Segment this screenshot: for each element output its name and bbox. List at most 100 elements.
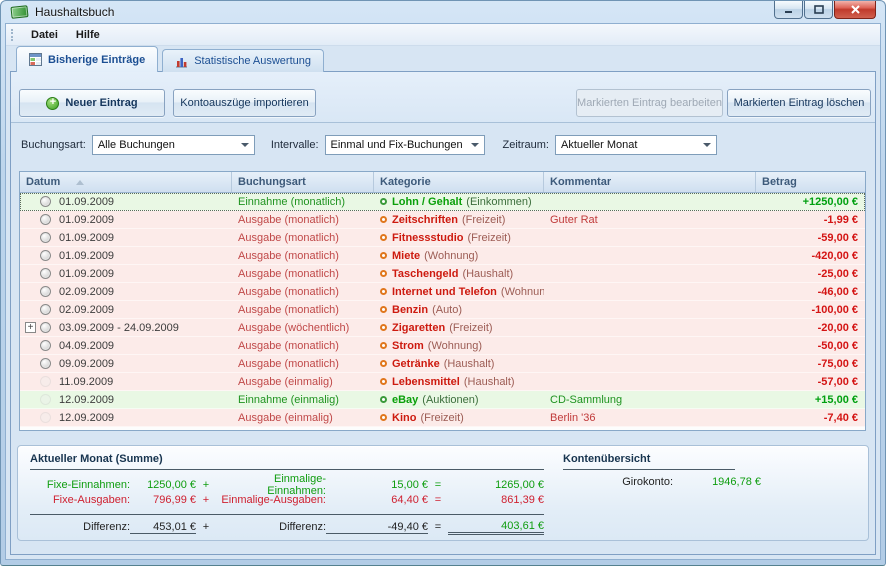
category-dot-icon bbox=[380, 252, 387, 259]
entry-type: Ausgabe (monatlich) bbox=[232, 232, 374, 244]
income-total-value: 1265,00 € bbox=[448, 479, 544, 491]
sort-ascending-icon bbox=[76, 180, 84, 185]
entry-type: Ausgabe (monatlich) bbox=[232, 214, 374, 226]
chevron-down-icon bbox=[703, 143, 711, 147]
table-row[interactable]: 01.09.2009 Ausgabe (monatlich) Zeitschri… bbox=[20, 211, 865, 229]
entry-category-cell: Kino (Freizeit) bbox=[374, 412, 544, 424]
zeitraum-select[interactable]: Aktueller Monat bbox=[555, 135, 717, 155]
recurring-icon bbox=[40, 304, 51, 315]
difference-fixed-value: 453,01 € bbox=[130, 521, 196, 534]
window-controls bbox=[774, 1, 876, 19]
entry-type: Einnahme (einmalig) bbox=[232, 394, 374, 406]
difference-total-value: 403,61 € bbox=[448, 520, 544, 535]
entry-date: 02.09.2009 bbox=[59, 286, 114, 298]
tab-page-bisherige-eintraege: Neuer Eintrag Kontoauszüge importieren M… bbox=[10, 71, 876, 555]
recurring-icon bbox=[40, 412, 51, 423]
table-row[interactable]: 09.09.2009 Ausgabe (monatlich) Getränke … bbox=[20, 355, 865, 373]
table-row[interactable]: 04.09.2009 Ausgabe (monatlich) Strom (Wo… bbox=[20, 337, 865, 355]
table-row[interactable]: 02.09.2009 Ausgabe (monatlich) Internet … bbox=[20, 283, 865, 301]
delete-entry-button[interactable]: Markierten Eintrag löschen bbox=[727, 89, 871, 117]
menu-item-hilfe[interactable]: Hilfe bbox=[67, 27, 109, 43]
entry-amount: -50,00 € bbox=[756, 340, 865, 352]
table-row[interactable]: 12.09.2009 Einnahme (einmalig) eBay (Auk… bbox=[20, 391, 865, 409]
account-label: Girokonto: bbox=[563, 476, 673, 488]
tab-strip: Bisherige Einträge Statistische Auswertu… bbox=[6, 46, 880, 72]
column-label: Kategorie bbox=[380, 176, 431, 188]
entry-date-cell: 09.09.2009 bbox=[20, 358, 232, 370]
tab-bisherige-eintraege[interactable]: Bisherige Einträge bbox=[16, 46, 158, 72]
summary-difference-row: Differenz: 453,01 € + Differenz: -49,40 … bbox=[30, 514, 544, 537]
entry-date-cell: 02.09.2009 bbox=[20, 286, 232, 298]
buchungsart-select[interactable]: Alle Buchungen bbox=[92, 135, 255, 155]
entry-category-group: (Auto) bbox=[432, 304, 462, 316]
entry-category-cell: Lebensmittel (Haushalt) bbox=[374, 376, 544, 388]
intervalle-select[interactable]: Einmal und Fix-Buchungen bbox=[325, 135, 485, 155]
entry-date-cell: 01.09.2009 bbox=[20, 268, 232, 280]
close-button[interactable] bbox=[834, 1, 876, 19]
category-dot-icon bbox=[380, 414, 387, 421]
table-row[interactable]: 01.09.2009 Ausgabe (monatlich) Taschenge… bbox=[20, 265, 865, 283]
entry-type: Ausgabe (monatlich) bbox=[232, 358, 374, 370]
minimize-button[interactable] bbox=[774, 1, 803, 19]
table-row[interactable]: 03.09.2009 - 24.09.2009 Ausgabe (wöchent… bbox=[20, 319, 865, 337]
entry-amount: -75,00 € bbox=[756, 358, 865, 370]
import-statements-button[interactable]: Kontoauszüge importieren bbox=[173, 89, 316, 117]
fixed-income-value: 1250,00 € bbox=[130, 479, 196, 491]
recurring-icon bbox=[40, 196, 51, 207]
recurring-icon bbox=[40, 358, 51, 369]
entry-amount: -46,00 € bbox=[756, 286, 865, 298]
window-title: Haushaltsbuch bbox=[35, 5, 114, 19]
fixed-income-label: Fixe-Einnahmen: bbox=[30, 479, 130, 491]
summary-income-row: Fixe-Einnahmen: 1250,00 € + Einmalige-Ei… bbox=[30, 473, 544, 491]
entry-category-group: (Auktionen) bbox=[422, 394, 478, 406]
entry-amount: -57,00 € bbox=[756, 376, 865, 388]
entry-category-group: (Wohnun bbox=[501, 286, 544, 298]
account-balance: 1946,78 € bbox=[673, 476, 761, 488]
column-header-betrag[interactable]: Betrag bbox=[756, 172, 865, 192]
entry-category-cell: Strom (Wohnung) bbox=[374, 340, 544, 352]
table-row[interactable]: 02.09.2009 Ausgabe (monatlich) Benzin (A… bbox=[20, 301, 865, 319]
entry-date: 11.09.2009 bbox=[59, 376, 113, 388]
entry-category: Lohn / Gehalt bbox=[392, 196, 462, 208]
entry-amount: +1250,00 € bbox=[756, 196, 865, 208]
column-header-kommentar[interactable]: Kommentar bbox=[544, 172, 756, 192]
table-row[interactable]: 01.09.2009 Ausgabe (monatlich) Miete (Wo… bbox=[20, 247, 865, 265]
column-header-buchungsart[interactable]: Buchungsart bbox=[232, 172, 374, 192]
tab-statistische-auswertung[interactable]: Statistische Auswertung bbox=[162, 49, 324, 72]
maximize-button[interactable] bbox=[804, 1, 833, 19]
entry-date: 01.09.2009 bbox=[59, 250, 114, 262]
category-dot-icon bbox=[380, 342, 387, 349]
entry-category-cell: Internet und Telefon (Wohnun bbox=[374, 286, 544, 298]
title-bar[interactable]: Haushaltsbuch bbox=[1, 1, 885, 23]
entry-date-cell: 02.09.2009 bbox=[20, 304, 232, 316]
menu-item-datei[interactable]: Datei bbox=[22, 27, 67, 43]
table-row[interactable]: 12.09.2009 Ausgabe (einmalig) Kino (Frei… bbox=[20, 409, 865, 427]
table-row[interactable]: 01.09.2009 Einnahme (monatlich) Lohn / G… bbox=[20, 193, 865, 211]
entry-date: 01.09.2009 bbox=[59, 196, 114, 208]
plus-operator: + bbox=[196, 494, 216, 506]
entry-date: 12.09.2009 bbox=[59, 412, 114, 424]
column-header-kategorie[interactable]: Kategorie bbox=[374, 172, 544, 192]
entry-amount: +15,00 € bbox=[756, 394, 865, 406]
new-entry-button[interactable]: Neuer Eintrag bbox=[19, 89, 165, 117]
intervalle-value: Einmal und Fix-Buchungen bbox=[331, 139, 463, 151]
expander-icon[interactable] bbox=[25, 322, 36, 333]
table-row[interactable]: 11.09.2009 Ausgabe (einmalig) Lebensmitt… bbox=[20, 373, 865, 391]
menu-gripper-icon bbox=[11, 29, 16, 41]
entry-category-group: (Wohnung) bbox=[424, 250, 478, 262]
import-label: Kontoauszüge importieren bbox=[180, 97, 308, 109]
category-dot-icon bbox=[380, 396, 387, 403]
entry-date-cell: 01.09.2009 bbox=[20, 232, 232, 244]
filter-label-intervalle: Intervalle: bbox=[271, 139, 319, 151]
entry-category-cell: Zigaretten (Freizeit) bbox=[374, 322, 544, 334]
table-header: Datum Buchungsart Kategorie Kommentar Be… bbox=[20, 172, 865, 193]
column-header-datum[interactable]: Datum bbox=[20, 172, 232, 192]
table-row[interactable]: 01.09.2009 Ausgabe (monatlich) Fitnessst… bbox=[20, 229, 865, 247]
entry-amount: -7,40 € bbox=[756, 412, 865, 424]
entry-date-cell: 03.09.2009 - 24.09.2009 bbox=[20, 322, 232, 334]
entry-category: Taschengeld bbox=[392, 268, 458, 280]
edit-entry-button[interactable]: Markierten Eintrag bearbeiten bbox=[576, 89, 723, 117]
recurring-icon bbox=[40, 322, 51, 333]
recurring-icon bbox=[40, 232, 51, 243]
entry-comment: Guter Rat bbox=[544, 214, 756, 226]
